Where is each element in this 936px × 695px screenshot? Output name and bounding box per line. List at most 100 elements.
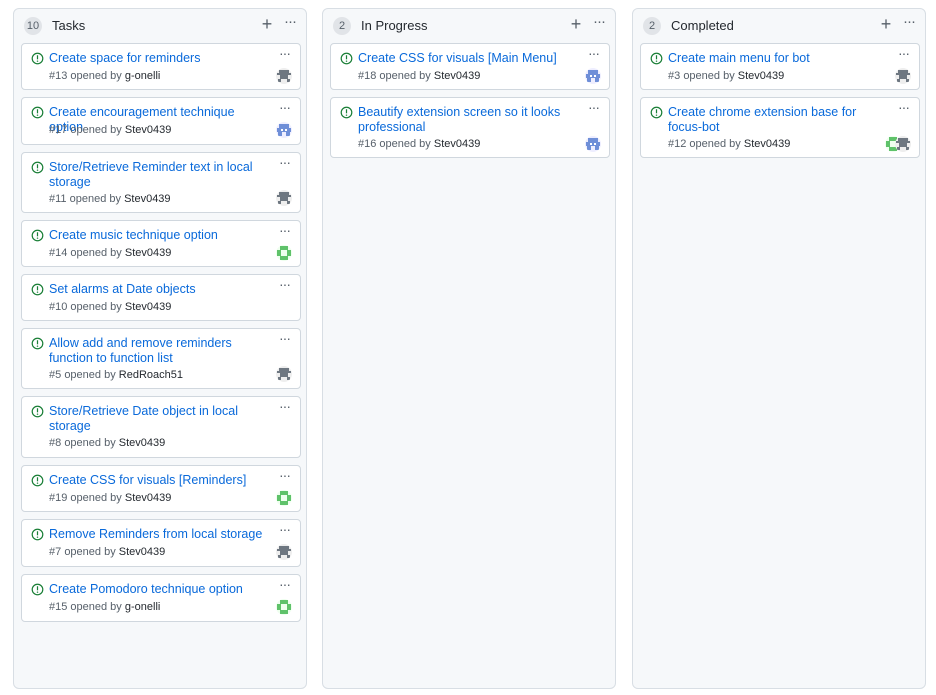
issue-card[interactable]: Store/Retrieve Reminder text in local st… — [21, 152, 301, 213]
column-menu-icon[interactable]: ··· — [899, 14, 919, 34]
card-menu-icon[interactable]: ··· — [279, 577, 291, 591]
issue-card[interactable]: Allow add and remove reminders function … — [21, 328, 301, 389]
issue-author-link[interactable]: RedRoach51 — [119, 369, 183, 381]
issue-author-link[interactable]: Stev0439 — [434, 138, 480, 150]
opened-by-label: opened by — [689, 138, 741, 150]
assignee-avatar[interactable] — [276, 599, 292, 615]
issue-author-link[interactable]: Stev0439 — [119, 546, 165, 558]
issue-author-link[interactable]: Stev0439 — [119, 437, 165, 449]
assignee-avatar[interactable] — [276, 190, 292, 206]
add-card-icon[interactable]: + — [877, 14, 895, 34]
issue-card[interactable]: Create main menu for bot ··· #3 opened b… — [640, 43, 920, 90]
issue-title-link[interactable]: Set alarms at Date objects — [49, 282, 269, 297]
assignee-avatar[interactable] — [895, 68, 911, 84]
opened-by-label: opened by — [70, 601, 122, 613]
issue-card[interactable]: Create encouragement technique option ··… — [21, 97, 301, 145]
issue-title-link[interactable]: Create chrome extension base for focus-b… — [668, 105, 888, 134]
issue-author-link[interactable]: Stev0439 — [125, 492, 171, 504]
opened-by-label: opened by — [64, 546, 116, 558]
issue-card[interactable]: Beautify extension screen so it looks pr… — [330, 97, 610, 158]
column-title: In Progress — [361, 18, 428, 33]
issue-card[interactable]: Create CSS for visuals [Reminders] ··· #… — [21, 465, 301, 512]
assignee-avatar[interactable] — [585, 136, 601, 152]
opened-by-label: opened by — [683, 70, 735, 82]
card-menu-icon[interactable]: ··· — [898, 46, 910, 60]
issue-title-link[interactable]: Create CSS for visuals [Main Menu] — [358, 51, 578, 66]
card-menu-icon[interactable]: ··· — [279, 277, 291, 291]
column-header: 2 Completed + ··· — [633, 9, 925, 41]
issue-title-link[interactable]: Create CSS for visuals [Reminders] — [49, 473, 269, 488]
card-menu-icon[interactable]: ··· — [279, 331, 291, 345]
assignee-avatar[interactable] — [276, 122, 292, 138]
issue-author-link[interactable]: Stev0439 — [124, 193, 170, 205]
issue-number: #12 — [668, 138, 687, 150]
card-menu-icon[interactable]: ··· — [898, 100, 910, 114]
card-menu-icon[interactable]: ··· — [279, 46, 291, 60]
issue-title-link[interactable]: Create main menu for bot — [668, 51, 888, 66]
issue-open-icon — [31, 161, 44, 174]
issue-open-icon — [31, 474, 44, 487]
issue-title-link[interactable]: Create space for reminders — [49, 51, 269, 66]
issue-card[interactable]: Create space for reminders ··· #13 opene… — [21, 43, 301, 90]
assignee-avatar[interactable] — [585, 68, 601, 84]
issue-card[interactable]: Create CSS for visuals [Main Menu] ··· #… — [330, 43, 610, 90]
issue-author-link[interactable]: Stev0439 — [738, 70, 784, 82]
issue-card[interactable]: Create chrome extension base for focus-b… — [640, 97, 920, 158]
assignee-avatar[interactable] — [895, 136, 911, 152]
assignee-avatar[interactable] — [276, 68, 292, 84]
issue-title-link[interactable]: Store/Retrieve Reminder text in local st… — [49, 160, 269, 189]
issue-number: #13 — [49, 70, 68, 82]
assignee-avatar[interactable] — [276, 366, 292, 382]
issue-card[interactable]: Remove Reminders from local storage ··· … — [21, 519, 301, 567]
assignee-avatar[interactable] — [276, 544, 292, 560]
issue-title-link[interactable]: Create Pomodoro technique option — [49, 582, 269, 597]
issue-number: #14 — [49, 247, 68, 259]
issue-author-link[interactable]: g-onelli — [125, 601, 160, 613]
add-card-icon[interactable]: + — [258, 14, 276, 34]
issue-card[interactable]: Store/Retrieve Date object in local stor… — [21, 396, 301, 458]
issue-open-icon — [31, 52, 44, 65]
column-count-badge: 2 — [643, 17, 661, 35]
card-menu-icon[interactable]: ··· — [279, 468, 291, 482]
issue-open-icon — [340, 52, 353, 65]
card-menu-icon[interactable]: ··· — [588, 100, 600, 114]
issue-title-link[interactable]: Beautify extension screen so it looks pr… — [358, 105, 578, 134]
opened-by-label: opened by — [70, 124, 122, 136]
card-menu-icon[interactable]: ··· — [279, 223, 291, 237]
column-menu-icon[interactable]: ··· — [280, 14, 300, 34]
issue-title-link[interactable]: Create music technique option — [49, 228, 269, 243]
issue-number: #7 — [49, 546, 62, 558]
issue-title-link[interactable]: Allow add and remove reminders function … — [49, 336, 269, 365]
issue-number: #8 — [49, 437, 62, 449]
project-board: 10 Tasks + ··· Create space for reminder… — [0, 0, 936, 695]
issue-open-icon — [31, 583, 44, 596]
issue-author-link[interactable]: Stev0439 — [434, 70, 480, 82]
issue-title-link[interactable]: Remove Reminders from local storage — [49, 527, 269, 542]
issue-meta: #17 opened by Stev0439 — [49, 124, 171, 137]
issue-author-link[interactable]: Stev0439 — [125, 301, 171, 313]
issue-card[interactable]: Create Pomodoro technique option ··· #15… — [21, 574, 301, 622]
issue-card[interactable]: Set alarms at Date objects ··· #10 opene… — [21, 274, 301, 321]
assignee-avatar[interactable] — [276, 245, 292, 261]
add-card-icon[interactable]: + — [567, 14, 585, 34]
issue-author-link[interactable]: Stev0439 — [125, 124, 171, 136]
issue-meta: #10 opened by Stev0439 — [49, 301, 171, 314]
issue-title-link[interactable]: Store/Retrieve Date object in local stor… — [49, 404, 269, 433]
column-title: Completed — [671, 18, 734, 33]
issue-meta: #8 opened by Stev0439 — [49, 437, 165, 450]
card-menu-icon[interactable]: ··· — [279, 522, 291, 536]
issue-author-link[interactable]: Stev0439 — [125, 247, 171, 259]
column-count-badge: 10 — [24, 17, 42, 35]
issue-author-link[interactable]: g-onelli — [125, 70, 160, 82]
issue-meta: #18 opened by Stev0439 — [358, 70, 480, 83]
column-header: 2 In Progress + ··· — [323, 9, 615, 41]
opened-by-label: opened by — [379, 70, 431, 82]
card-menu-icon[interactable]: ··· — [279, 100, 291, 114]
column-menu-icon[interactable]: ··· — [589, 14, 609, 34]
card-menu-icon[interactable]: ··· — [279, 399, 291, 413]
issue-author-link[interactable]: Stev0439 — [744, 138, 790, 150]
card-menu-icon[interactable]: ··· — [588, 46, 600, 60]
card-menu-icon[interactable]: ··· — [279, 155, 291, 169]
assignee-avatar[interactable] — [276, 490, 292, 506]
issue-card[interactable]: Create music technique option ··· #14 op… — [21, 220, 301, 267]
